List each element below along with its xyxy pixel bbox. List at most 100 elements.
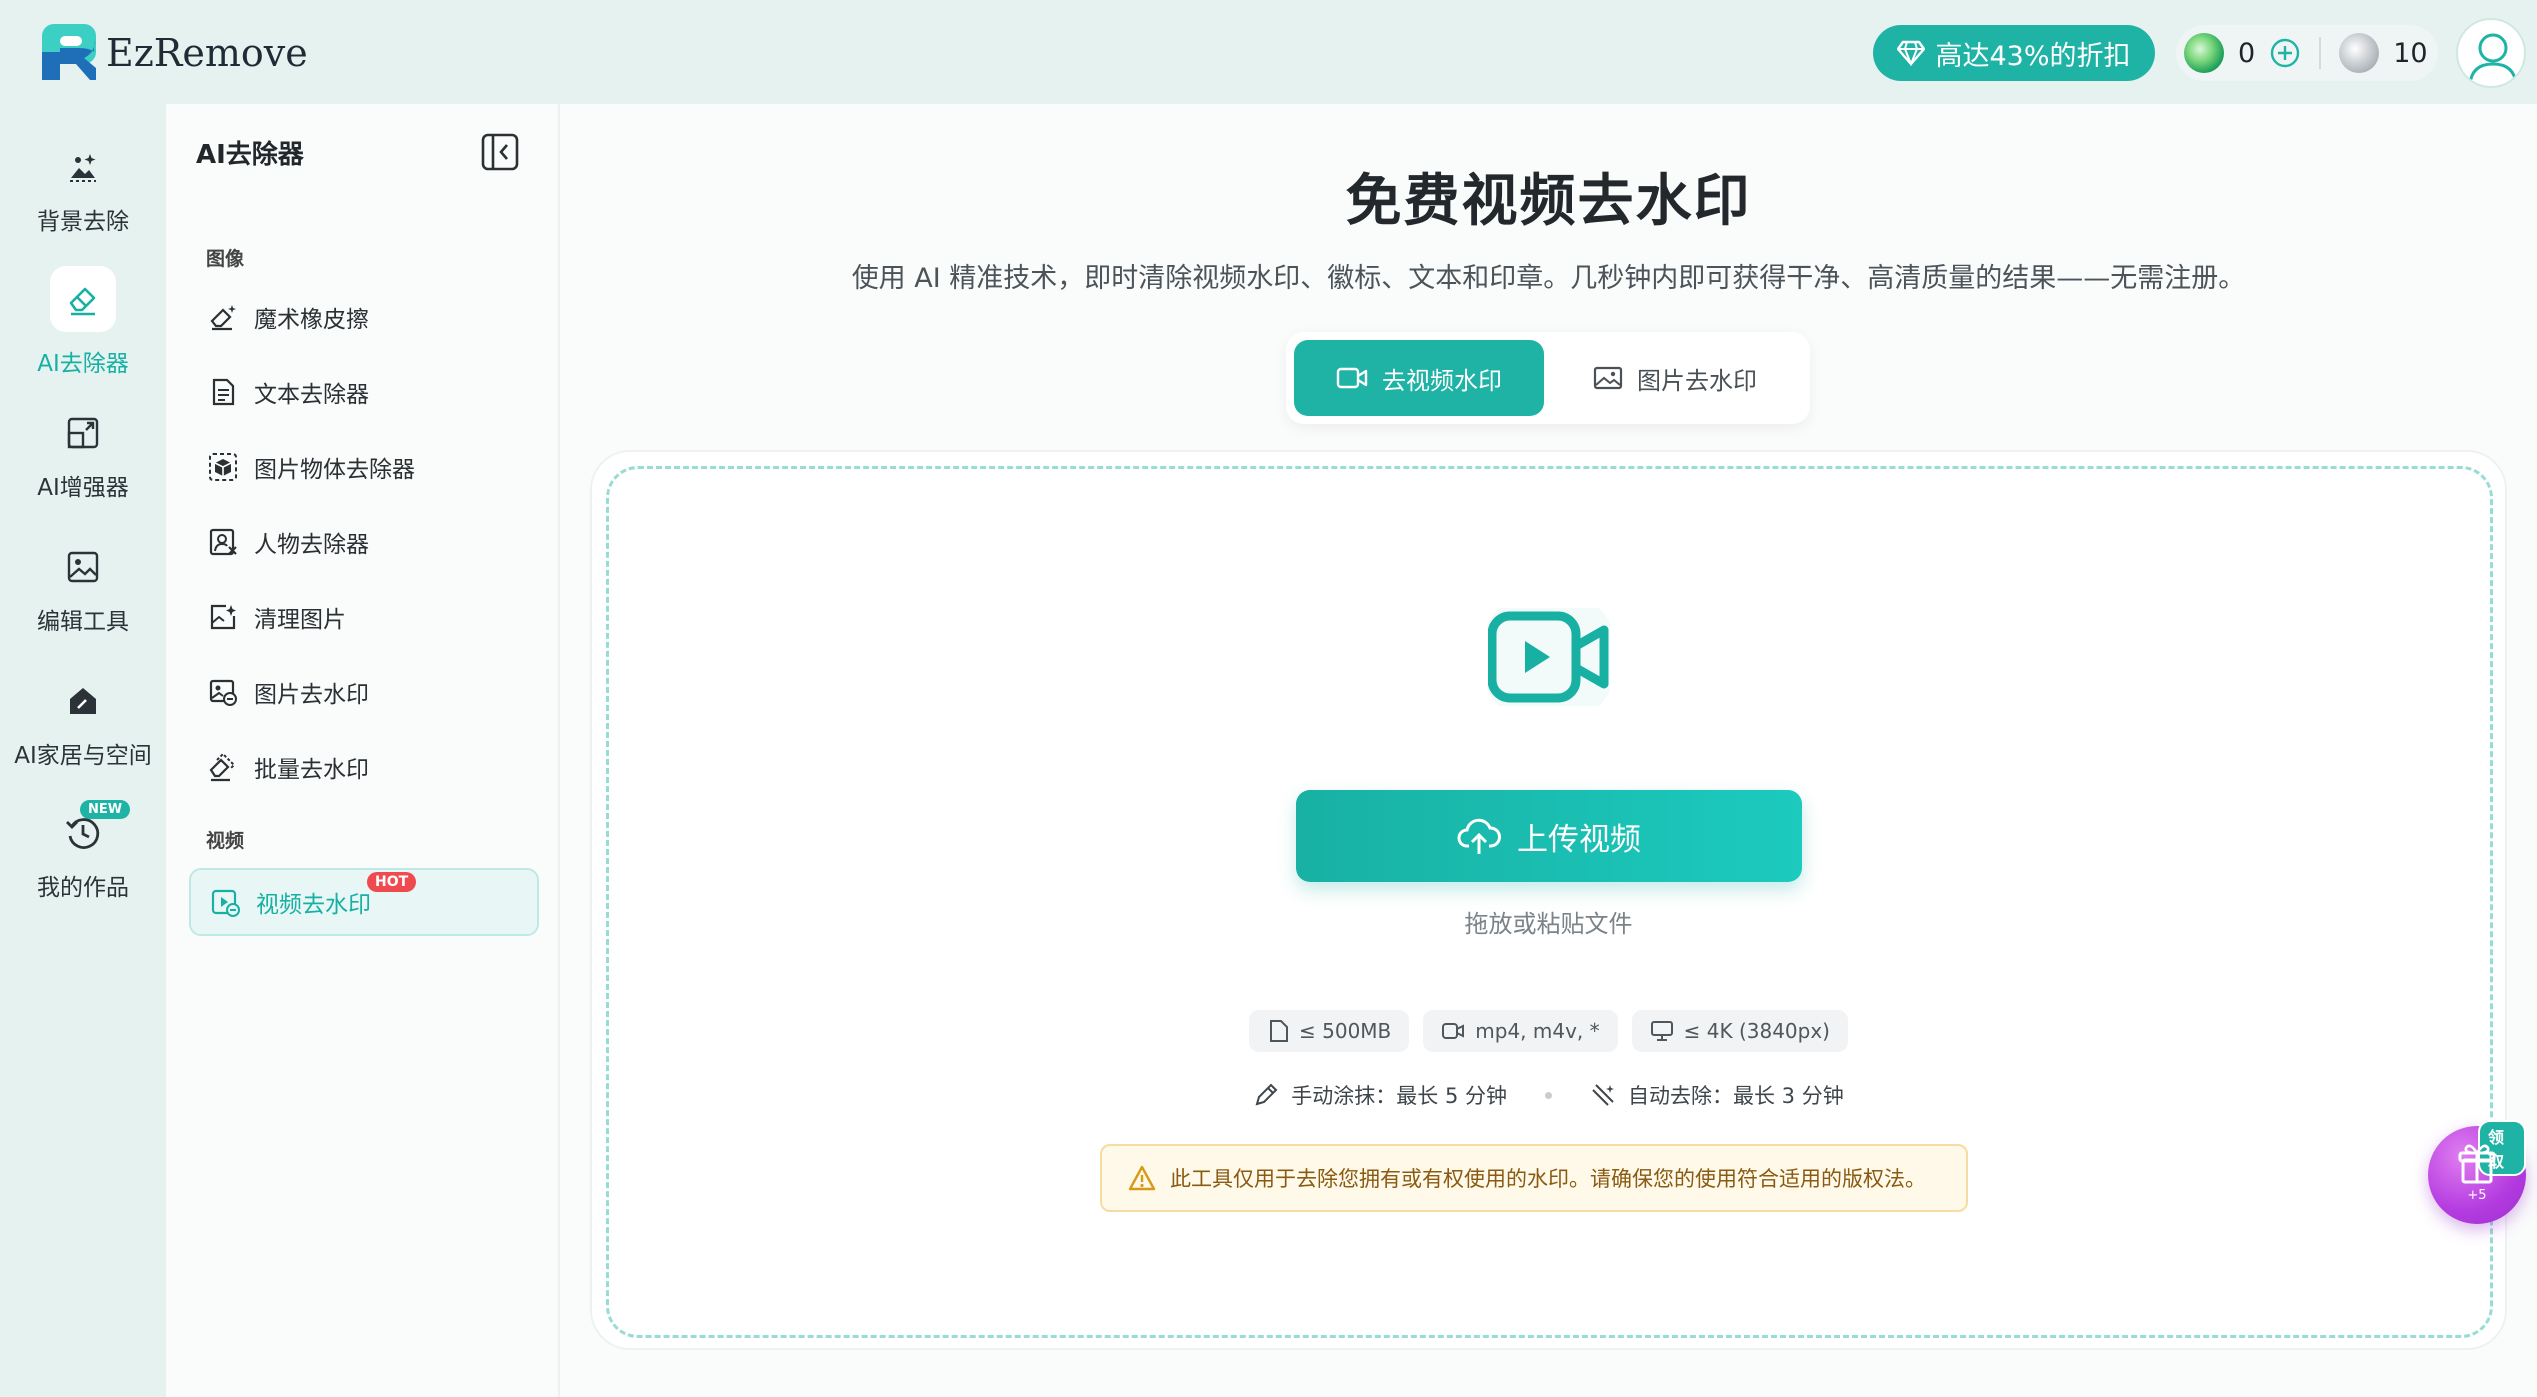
green-credit-count: 0 [2238, 37, 2256, 69]
sidebar-item-object-remover[interactable]: 图片物体去除器 [206, 450, 415, 484]
tab-video-watermark[interactable]: 去视频水印 [1294, 340, 1544, 416]
page-subtitle: 使用 AI 精准技术，即时清除视频水印、徽标、文本和印章。几秒钟内即可获得干净、… [851, 263, 2246, 294]
sidebar-item-label: 文本去除器 [254, 382, 369, 408]
top-bar: EzRemove 高达43%的折扣 0 10 [0, 0, 2537, 104]
user-avatar[interactable] [2456, 18, 2526, 88]
sidebar-item-video-watermark[interactable]: 视频去水印 HOT [189, 868, 539, 936]
magic-eraser-icon [206, 300, 240, 334]
auto-limit: 自动去除：最长 3 分钟 [1590, 1080, 1844, 1110]
drop-hint: 拖放或粘贴文件 [1464, 910, 1633, 938]
chip-formats: mp4, m4v, * [1423, 1010, 1618, 1052]
image-icon [1593, 366, 1623, 390]
chip-label: ≤ 4K (3840px) [1683, 1019, 1830, 1043]
section-label-image: 图像 [206, 248, 245, 270]
rail-item-home-space[interactable]: AI家居与空间 [0, 678, 166, 770]
grey-credit-count: 10 [2393, 37, 2428, 69]
rail-item-my-works[interactable]: NEW 我的作品 [0, 800, 166, 902]
promo-label: 高达43%的折扣 [1935, 40, 2131, 72]
logo-mark-icon [42, 24, 96, 80]
collapse-sidebar-icon[interactable] [480, 132, 520, 172]
notice-text: 此工具仅用于去除您拥有或有权使用的水印。请确保您的使用符合适用的版权法。 [1170, 1167, 1926, 1191]
sidebar-item-label: 图片去水印 [254, 682, 369, 708]
upload-card [590, 450, 2507, 1350]
main-content: 免费视频去水印 使用 AI 精准技术，即时清除视频水印、徽标、文本和印章。几秒钟… [560, 104, 2537, 1397]
warning-icon [1128, 1165, 1156, 1191]
rail-item-edit-tools[interactable]: 编辑工具 [0, 544, 166, 636]
sidebar-item-label: 清理图片 [254, 607, 346, 633]
manual-limit: 手动涂抹：最长 5 分钟 [1253, 1080, 1507, 1110]
gift-icon [2458, 1144, 2496, 1184]
gift-reward-button[interactable]: 领取 +5 [2428, 1120, 2526, 1224]
add-credits-icon[interactable] [2269, 37, 2301, 69]
chip-label: ≤ 500MB [1299, 1019, 1392, 1043]
sidebar-item-image-watermark[interactable]: 图片去水印 [206, 675, 369, 709]
separator-dot [1545, 1091, 1552, 1099]
sidebar-item-cleanup-image[interactable]: 清理图片 [206, 600, 346, 634]
grey-credit-coin-icon [2339, 33, 2380, 73]
sidebar-item-person-remover[interactable]: 人物去除器 [206, 525, 369, 559]
pencil-icon [1255, 1083, 1278, 1106]
user-icon [2468, 33, 2518, 85]
enhance-icon [60, 410, 106, 456]
sidebar-item-text-remover[interactable]: 文本去除器 [206, 375, 369, 409]
tab-image-watermark[interactable]: 图片去水印 [1548, 340, 1802, 416]
rail-label: AI家居与空间 [14, 743, 152, 769]
video-watermark-icon [208, 885, 242, 919]
chip-resolution: ≤ 4K (3840px) [1631, 1010, 1848, 1052]
manual-limit-text: 手动涂抹：最长 5 分钟 [1291, 1084, 1507, 1108]
sidebar-item-label: 图片物体去除器 [254, 457, 415, 483]
cloud-upload-icon [1457, 818, 1501, 854]
image-edit-icon [60, 544, 106, 590]
video-icon [1442, 1023, 1465, 1039]
copyright-notice: 此工具仅用于去除您拥有或有权使用的水印。请确保您的使用符合适用的版权法。 [1100, 1144, 1968, 1212]
file-limits-chips: ≤ 500MB mp4, m4v, * ≤ 4K (3840px) [560, 1010, 2537, 1052]
person-remove-icon [206, 525, 240, 559]
sidebar-item-magic-eraser[interactable]: 魔术橡皮擦 [206, 300, 369, 334]
file-icon [1270, 1020, 1288, 1042]
new-badge: NEW [80, 800, 131, 819]
rail-item-ai-enhancer[interactable]: AI增强器 [0, 410, 166, 502]
rail-label: 背景去除 [37, 209, 129, 235]
gift-count: +5 [2467, 1188, 2487, 1203]
rail-label: 编辑工具 [37, 609, 129, 635]
tab-label: 去视频水印 [1382, 366, 1502, 395]
upload-button-label: 上传视频 [1517, 821, 1641, 858]
sidebar-title: AI去除器 [196, 140, 304, 170]
tool-sidebar: AI去除器 图像 魔术橡皮擦 文本去除器 图片物体去除器 人物去除器 清理图片 [166, 104, 559, 1397]
rail-label: 我的作品 [37, 875, 129, 901]
object-cube-icon [206, 450, 240, 484]
discount-promo-button[interactable]: 高达43%的折扣 [1873, 25, 2155, 81]
background-remove-icon [60, 144, 106, 190]
rail-item-background-remove[interactable]: 背景去除 [0, 144, 166, 236]
rail-label: AI去除器 [37, 351, 129, 377]
sidebar-item-label: 视频去水印 [256, 892, 371, 918]
upload-video-button[interactable]: 上传视频 [1296, 790, 1802, 882]
sidebar-item-label: 人物去除器 [254, 532, 369, 558]
text-document-icon [206, 375, 240, 409]
chip-label: mp4, m4v, * [1475, 1019, 1600, 1043]
mode-tabs: 去视频水印 图片去水印 [1286, 332, 1810, 424]
sidebar-item-label: 批量去水印 [254, 757, 369, 783]
monitor-icon [1650, 1021, 1673, 1041]
chip-file-size: ≤ 500MB [1249, 1010, 1410, 1052]
sidebar-item-batch-watermark[interactable]: 批量去水印 [206, 750, 369, 784]
app-name: EzRemove [106, 31, 308, 75]
tab-label: 图片去水印 [1637, 366, 1757, 395]
primary-nav-rail: 背景去除 AI去除器 AI增强器 编辑工具 AI家居与空间 NEW 我的作品 [0, 104, 166, 1397]
diamond-icon [1897, 40, 1926, 66]
magic-wand-icon [1592, 1084, 1614, 1106]
hot-badge: HOT [367, 872, 417, 892]
credits-wallet: 0 10 [2176, 25, 2438, 81]
rail-label: AI增强器 [37, 475, 129, 501]
video-upload-icon [1488, 608, 1610, 706]
home-icon [60, 678, 106, 724]
duration-limits: 手动涂抹：最长 5 分钟 自动去除：最长 3 分钟 [560, 1080, 2537, 1110]
batch-eraser-icon [206, 750, 240, 784]
wallet-divider [2319, 37, 2322, 69]
page-title: 免费视频去水印 [1345, 169, 1752, 234]
image-watermark-icon [206, 675, 240, 709]
section-label-video: 视频 [206, 830, 245, 852]
rail-item-ai-remover[interactable]: AI去除器 [0, 266, 166, 378]
green-credit-coin-icon [2184, 33, 2224, 73]
app-logo[interactable]: EzRemove [38, 22, 308, 84]
